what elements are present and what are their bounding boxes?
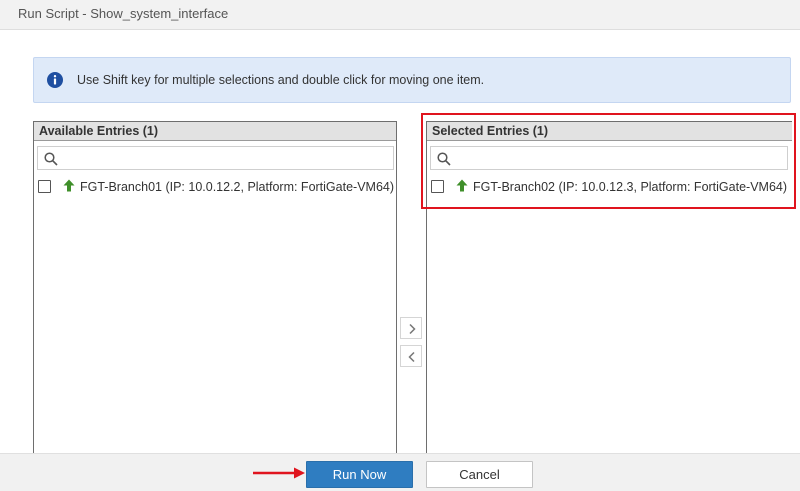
entry-label: FGT-Branch01 (IP: 10.0.12.2, Platform: F… [80, 180, 395, 194]
info-text: Use Shift key for multiple selections an… [77, 73, 485, 87]
selected-entries-header: Selected Entries (1) [427, 122, 792, 141]
move-left-button[interactable] [400, 345, 422, 367]
move-right-button[interactable] [400, 317, 422, 339]
search-icon [44, 152, 58, 166]
info-circle-icon [47, 72, 63, 88]
chevron-right-icon [409, 323, 416, 335]
available-search-input[interactable] [37, 146, 394, 170]
entry-checkbox[interactable] [431, 180, 444, 193]
search-icon [437, 152, 451, 166]
available-entries-panel: Available Entries (1) FGT-Branch01 (IP: … [33, 121, 397, 461]
up-arrow-icon [456, 179, 468, 192]
available-entries-header: Available Entries (1) [34, 122, 396, 141]
entry-label: FGT-Branch02 (IP: 10.0.12.3, Platform: F… [473, 180, 788, 194]
cancel-button[interactable]: Cancel [426, 461, 533, 488]
selected-search-input[interactable] [430, 146, 788, 170]
info-banner: Use Shift key for multiple selections an… [33, 57, 791, 103]
up-arrow-icon [63, 179, 75, 192]
dialog-footer: Run Now Cancel [0, 453, 800, 491]
entry-checkbox[interactable] [38, 180, 51, 193]
annotation-arrow-icon [253, 467, 305, 479]
dialog-titlebar: Run Script - Show_system_interface [0, 0, 800, 30]
dialog-title: Run Script - Show_system_interface [18, 6, 229, 21]
chevron-left-icon [408, 351, 415, 363]
run-now-button[interactable]: Run Now [306, 461, 413, 488]
selected-entries-panel: Selected Entries (1) FGT-Branch02 (IP: 1… [426, 121, 792, 461]
